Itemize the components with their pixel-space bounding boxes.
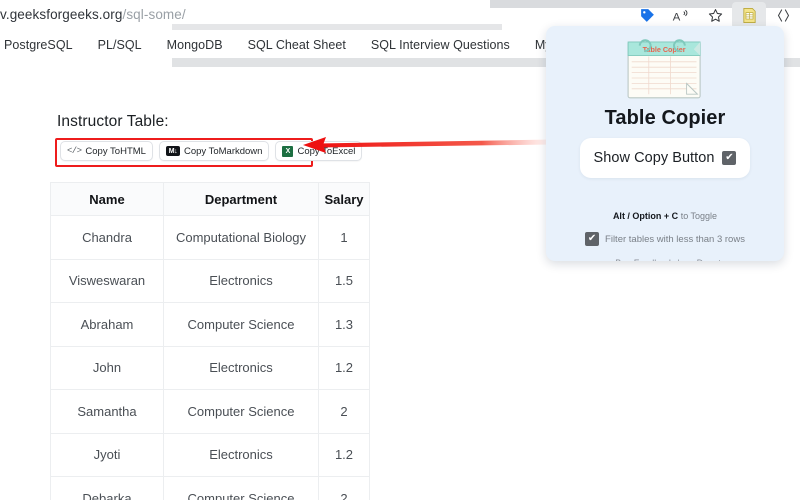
cell-department: Computer Science	[163, 476, 319, 500]
bug-icon	[604, 260, 612, 261]
address-bar[interactable]: v.geeksforgeeks.org/sql-some/	[0, 7, 186, 22]
sidebar-item-sql-cheat-sheet[interactable]: SQL Cheat Sheet	[248, 38, 346, 52]
table-copier-logo: Table Copier	[627, 39, 701, 99]
sidebar-item-plsql[interactable]: PL/SQL	[98, 38, 142, 52]
cell-salary: 1.2	[318, 432, 370, 477]
instructor-table: Name Department Salary Chandra Computati…	[50, 182, 370, 500]
link-separator: |	[677, 258, 679, 261]
table-row: Visweswaran Electronics 1.5	[50, 258, 370, 303]
cell-department: Electronics	[163, 432, 319, 477]
column-header-salary: Salary	[318, 182, 370, 216]
cell-department: Electronics	[163, 345, 319, 390]
cell-department: Computer Science	[163, 302, 319, 347]
cell-department: Computer Science	[163, 389, 319, 434]
cell-department: Computational Biology	[163, 215, 319, 260]
table-row: Debarka Computer Science 2	[50, 476, 370, 500]
show-copy-button-label: Show Copy Button	[593, 150, 715, 166]
cell-salary: 2	[318, 476, 370, 500]
filter-tables-option[interactable]: ✔ Filter tables with less than 3 rows	[546, 232, 784, 246]
collections-tag-icon[interactable]	[630, 2, 664, 29]
code-icon: </>	[67, 146, 82, 156]
annotation-arrow	[303, 137, 552, 153]
filter-tables-checkbox[interactable]: ✔	[585, 232, 600, 246]
cell-name: John	[50, 345, 164, 390]
sidebar-item-mongodb[interactable]: MongoDB	[167, 38, 223, 52]
table-row: John Electronics 1.2	[50, 345, 370, 390]
screenshot-root: v.geeksforgeeks.org/sql-some/ A PostgreS…	[0, 0, 800, 500]
column-header-name: Name	[50, 182, 164, 216]
copy-to-markdown-label: Copy ToMarkdown	[183, 145, 263, 157]
column-header-department: Department	[163, 182, 319, 216]
cell-salary: 2	[318, 389, 370, 434]
extension-popup: Table Copier Table Copier Show Copy Butt…	[546, 26, 784, 261]
table-row: Chandra Computational Biology 1	[50, 215, 370, 260]
sidebar-item-postgresql[interactable]: PostgreSQL	[4, 38, 73, 52]
sidebar-item-sql-interview-questions[interactable]: SQL Interview Questions	[371, 38, 510, 52]
donate-icon	[683, 260, 693, 261]
table-row: Abraham Computer Science 1.3	[50, 302, 370, 347]
cell-name: Abraham	[50, 302, 164, 347]
cell-name: Samantha	[50, 389, 164, 434]
url-host: v.geeksforgeeks.org	[0, 7, 123, 22]
copy-to-markdown-button[interactable]: M↓ Copy ToMarkdown	[158, 141, 270, 161]
cell-department: Electronics	[163, 258, 319, 303]
donate-link[interactable]: Donate	[697, 258, 726, 261]
keyboard-shortcut-hint: Alt / Option + C to Toggle	[546, 211, 784, 221]
browser-essentials-icon[interactable]	[766, 2, 800, 29]
copy-to-html-label: Copy ToHTML	[85, 145, 146, 157]
svg-text:A: A	[673, 11, 681, 23]
show-copy-button-checkbox[interactable]: ✔	[722, 151, 737, 165]
cell-salary: 1.5	[318, 258, 370, 303]
popup-footer-links: Bug Feedback | Donate	[546, 258, 784, 261]
table-header-row: Name Department Salary	[50, 182, 370, 216]
cell-salary: 1	[318, 215, 370, 260]
filter-tables-label: Filter tables with less than 3 rows	[605, 233, 745, 245]
page-title: Instructor Table:	[57, 113, 169, 130]
url-path: /sql-some/	[122, 7, 186, 22]
copy-to-html-button[interactable]: </> Copy ToHTML	[60, 141, 153, 161]
cell-name: Jyoti	[50, 432, 164, 477]
table-copier-extension-icon[interactable]	[732, 2, 766, 29]
table-row: Samantha Computer Science 2	[50, 389, 370, 434]
table-row: Jyoti Electronics 1.2	[50, 432, 370, 477]
bug-feedback-link[interactable]: Bug Feedback	[615, 258, 673, 261]
table-body: Chandra Computational Biology 1 Visweswa…	[50, 215, 370, 500]
popup-title: Table Copier	[604, 107, 726, 129]
shortcut-suffix: to Toggle	[678, 211, 718, 221]
cell-name: Debarka	[50, 476, 164, 500]
nav-ghost-strip	[172, 24, 502, 30]
excel-icon: X	[282, 145, 294, 157]
markdown-icon: M↓	[165, 146, 180, 156]
read-aloud-icon[interactable]: A	[664, 2, 698, 29]
cell-salary: 1.3	[318, 302, 370, 347]
show-copy-button-toggle[interactable]: Show Copy Button ✔	[580, 138, 750, 178]
shortcut-keys: Alt / Option + C	[612, 211, 679, 221]
cell-name: Chandra	[50, 215, 164, 260]
favorites-star-icon[interactable]	[698, 2, 732, 29]
cell-name: Visweswaran	[50, 258, 164, 303]
cell-salary: 1.2	[318, 345, 370, 390]
